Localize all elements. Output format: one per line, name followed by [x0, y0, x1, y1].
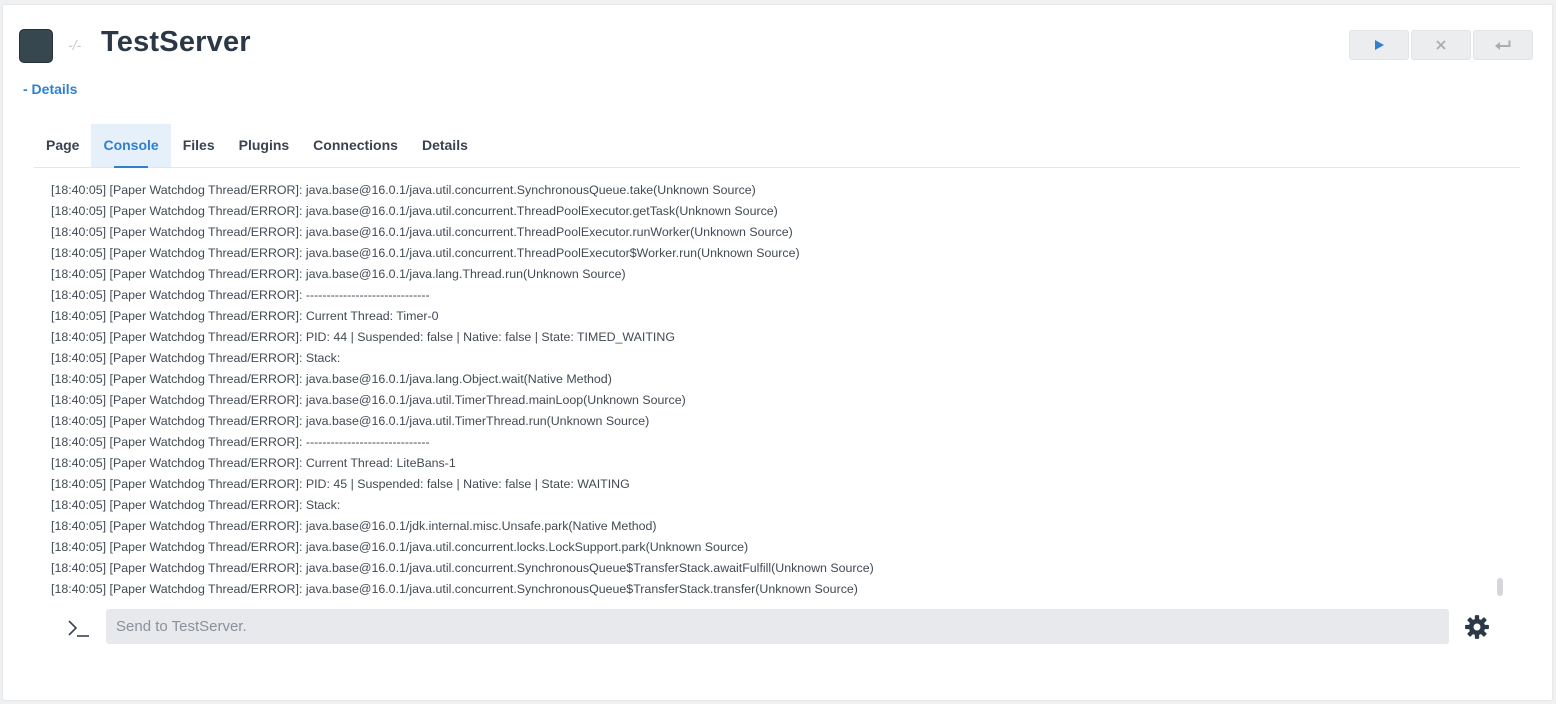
return-icon [1495, 40, 1511, 50]
console-line: [18:40:05] [Paper Watchdog Thread/ERROR]… [51, 393, 686, 407]
console-line: [18:40:05] [Paper Watchdog Thread/ERROR]… [51, 309, 439, 323]
play-icon [1374, 40, 1384, 50]
console-line: [18:40:05] [Paper Watchdog Thread/ERROR]… [51, 519, 657, 533]
server-icon [19, 29, 53, 63]
console-line: [18:40:05] [Paper Watchdog Thread/ERROR]… [51, 456, 456, 470]
console-line: [18:40:05] [Paper Watchdog Thread/ERROR]… [51, 183, 756, 197]
tab-page[interactable]: Page [34, 124, 91, 167]
restart-button[interactable] [1473, 30, 1533, 60]
server-status: -/- [68, 37, 82, 53]
console-line: [18:40:05] [Paper Watchdog Thread/ERROR]… [51, 225, 793, 239]
tab-bar: Page Console Files Plugins Connections D… [34, 124, 1520, 168]
console-line: [18:40:05] [Paper Watchdog Thread/ERROR]… [51, 477, 630, 491]
console-line: [18:40:05] [Paper Watchdog Thread/ERROR]… [51, 372, 612, 386]
start-button[interactable] [1349, 30, 1409, 60]
tab-connections[interactable]: Connections [301, 124, 410, 167]
details-toggle[interactable]: - Details [23, 81, 77, 97]
console-line: [18:40:05] [Paper Watchdog Thread/ERROR]… [51, 435, 430, 449]
console-line: [18:40:05] [Paper Watchdog Thread/ERROR]… [51, 288, 430, 302]
console-line: [18:40:05] [Paper Watchdog Thread/ERROR]… [51, 561, 874, 575]
console-line: [18:40:05] [Paper Watchdog Thread/ERROR]… [51, 246, 800, 260]
tab-console[interactable]: Console [91, 124, 171, 168]
stop-button[interactable] [1411, 30, 1471, 60]
console-scrollbar[interactable] [1497, 578, 1503, 596]
console-line: [18:40:05] [Paper Watchdog Thread/ERROR]… [51, 330, 675, 344]
console-line: [18:40:05] [Paper Watchdog Thread/ERROR]… [51, 582, 858, 596]
console-output[interactable]: [18:40:05] [Paper Watchdog Thread/ERROR]… [51, 180, 1511, 605]
tab-files[interactable]: Files [171, 124, 227, 167]
server-panel: -/- TestServer - Details Page Console Fi… [3, 5, 1552, 700]
terminal-prompt-icon [68, 620, 89, 637]
tab-details[interactable]: Details [410, 124, 480, 167]
gear-icon[interactable] [1464, 614, 1490, 640]
console-line: [18:40:05] [Paper Watchdog Thread/ERROR]… [51, 204, 778, 218]
console-line: [18:40:05] [Paper Watchdog Thread/ERROR]… [51, 351, 341, 365]
server-actions [1349, 30, 1533, 60]
tab-plugins[interactable]: Plugins [227, 124, 302, 167]
console-line: [18:40:05] [Paper Watchdog Thread/ERROR]… [51, 267, 626, 281]
console-line: [18:40:05] [Paper Watchdog Thread/ERROR]… [51, 498, 341, 512]
close-icon [1436, 40, 1446, 50]
page-title: TestServer [101, 26, 251, 58]
console-line: [18:40:05] [Paper Watchdog Thread/ERROR]… [51, 414, 650, 428]
command-input[interactable] [106, 609, 1449, 644]
console-line: [18:40:05] [Paper Watchdog Thread/ERROR]… [51, 540, 749, 554]
